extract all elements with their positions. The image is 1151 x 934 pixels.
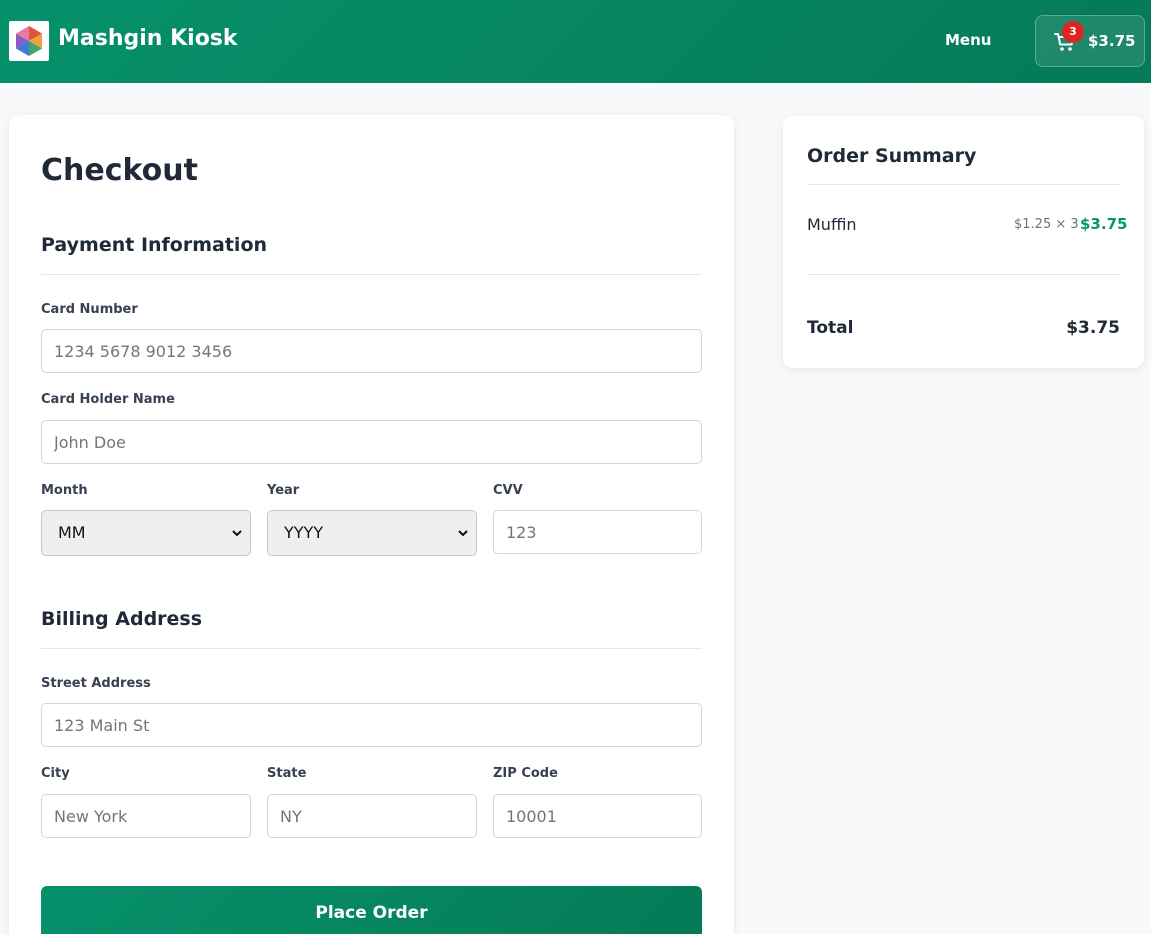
item-unit-quantity: $1.25 × 3	[1014, 217, 1079, 232]
checkout-card: Checkout Payment Information Card Number…	[9, 115, 734, 934]
card-holder-label: Card Holder Name	[41, 392, 175, 407]
state-label: State	[267, 766, 307, 781]
month-select-value: MM	[58, 523, 86, 542]
year-label: Year	[267, 483, 300, 498]
month-select[interactable]: MM	[41, 510, 251, 556]
order-summary-card: Order Summary Muffin $1.25 × 3 $3.75 Tot…	[783, 116, 1144, 368]
logo[interactable]	[9, 21, 49, 61]
page-title: Checkout	[41, 153, 198, 188]
cube-logo-icon	[16, 26, 42, 56]
city-label: City	[41, 766, 70, 781]
chevron-down-icon	[458, 530, 468, 537]
brand-name: Mashgin Kiosk	[58, 26, 238, 51]
top-bar: Mashgin Kiosk Menu 3 $3.75	[0, 0, 1151, 83]
billing-section-title: Billing Address	[41, 608, 203, 630]
zip-label: ZIP Code	[493, 766, 558, 781]
zip-input[interactable]	[493, 794, 702, 838]
card-holder-input[interactable]	[41, 420, 702, 464]
divider	[41, 648, 702, 649]
cart-button[interactable]: 3 $3.75	[1035, 15, 1145, 67]
cvv-input[interactable]	[493, 510, 702, 554]
place-order-button[interactable]: Place Order	[41, 886, 702, 934]
card-number-label: Card Number	[41, 302, 138, 317]
year-select-value: YYYY	[284, 523, 324, 542]
cvv-label: CVV	[493, 483, 523, 498]
divider	[807, 274, 1120, 275]
street-label: Street Address	[41, 676, 151, 691]
cart-total: $3.75	[1088, 32, 1136, 50]
item-name: Muffin	[807, 215, 857, 234]
city-input[interactable]	[41, 794, 251, 838]
month-label: Month	[41, 483, 88, 498]
menu-link[interactable]: Menu	[945, 31, 991, 49]
card-number-input[interactable]	[41, 329, 702, 373]
total-label: Total	[807, 318, 854, 338]
divider	[807, 184, 1120, 185]
item-price: $3.75	[1080, 215, 1128, 233]
chevron-down-icon	[232, 530, 242, 537]
cart-count-badge: 3	[1062, 21, 1084, 43]
year-select[interactable]: YYYY	[267, 510, 477, 556]
state-input[interactable]	[267, 794, 477, 838]
total-value: $3.75	[1066, 318, 1120, 338]
order-summary-title: Order Summary	[807, 145, 977, 167]
payment-section-title: Payment Information	[41, 234, 268, 256]
street-input[interactable]	[41, 703, 702, 747]
divider	[41, 274, 702, 275]
